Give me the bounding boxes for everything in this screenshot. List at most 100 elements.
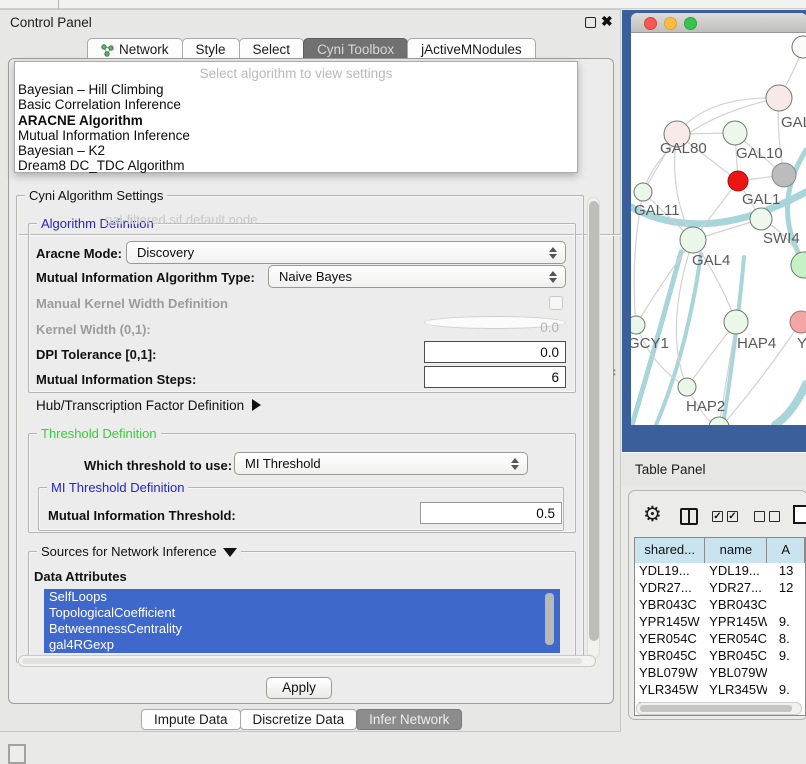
algorithm-option-dream8-dc-tdc-algorithm[interactable]: Dream8 DC_TDC Algorithm	[15, 158, 577, 173]
checked-box-icon[interactable]: ✓	[727, 511, 738, 522]
kernel-width-field[interactable]: 0.0	[424, 316, 566, 329]
algorithm-option-mutual-information-inference[interactable]: Mutual Information Inference	[15, 128, 577, 143]
gear-icon[interactable]: ⚙	[643, 504, 662, 525]
table-cell[interactable]: YDL19...	[635, 563, 705, 580]
mi-threshold-field[interactable]: 0.5	[420, 502, 562, 524]
table-cell[interactable]: YBR045C	[705, 648, 767, 665]
attribute-option-selfloops[interactable]: SelfLoops	[44, 589, 560, 605]
table-hscrollbar[interactable]	[636, 702, 802, 715]
column-header-shared[interactable]: shared...	[635, 538, 705, 563]
table-cell[interactable]: YBR045C	[635, 648, 705, 665]
network-node[interactable]	[791, 252, 806, 278]
manual-kernel-width-checkbox[interactable]	[549, 296, 563, 310]
network-window-titlebar[interactable]	[631, 13, 806, 33]
table-cell[interactable]: YPR145W	[705, 614, 767, 631]
algorithm-option-basic-correlation-inference[interactable]: Basic Correlation Inference	[15, 97, 577, 112]
network-node-gal[interactable]	[766, 85, 792, 111]
mi-steps-label: Mutual Information Steps:	[36, 372, 196, 387]
table-cell[interactable]: 9.	[767, 648, 805, 665]
network-node-swi4[interactable]	[750, 208, 772, 230]
new-table-icon[interactable]	[793, 505, 806, 524]
table-cell[interactable]: YBR043C	[705, 597, 767, 614]
attribute-option-topologicalcoefficient[interactable]: TopologicalCoefficient	[44, 605, 560, 621]
network-node-y[interactable]	[790, 311, 806, 333]
attribute-option-gal4rgexp[interactable]: gal4RGexp	[44, 637, 560, 653]
dpi-tolerance-field[interactable]: 0.0	[424, 341, 566, 363]
table-cell[interactable]	[767, 597, 805, 614]
node-label-gal1: GAL1	[742, 191, 780, 208]
network-node-gal1[interactable]	[728, 171, 748, 191]
close-icon[interactable]: ✖	[601, 13, 613, 30]
table-cell[interactable]: YDR27...	[705, 580, 767, 597]
expand-arrow-icon[interactable]	[252, 399, 261, 411]
zoom-light[interactable]	[684, 17, 697, 30]
settings-scrollbar-thumb[interactable]	[589, 201, 599, 641]
close-light[interactable]	[644, 17, 657, 30]
algorithm-option-bayesian-hill-climbing[interactable]: Bayesian – Hill Climbing	[15, 82, 577, 97]
network-edge[interactable]	[775, 384, 806, 425]
algorithm-option-aracne-algorithm[interactable]: ARACNE Algorithm	[15, 113, 577, 128]
which-threshold-label: Which threshold to use:	[84, 458, 232, 473]
table-cell[interactable]: YDL19...	[705, 563, 767, 580]
table-row[interactable]: YBR045CYBR045C9.	[635, 648, 805, 665]
table-cell[interactable]: YPR145W	[635, 614, 705, 631]
table-row[interactable]: YER054CYER054C8.	[635, 631, 805, 648]
table-cell[interactable]: YER054C	[705, 631, 767, 648]
aracne-mode-combo[interactable]: Discovery	[126, 241, 566, 264]
minimize-light[interactable]	[664, 17, 677, 30]
hub-factor-section[interactable]: Hub/Transcription Factor Definition	[36, 398, 261, 413]
apply-button[interactable]: Apply	[266, 677, 332, 699]
table-row[interactable]: YDL19...YDL19...13	[635, 563, 805, 580]
network-node-hap2[interactable]	[678, 378, 696, 396]
network-node[interactable]	[772, 163, 796, 187]
table-row[interactable]: YPR145WYPR145W9.	[635, 614, 805, 631]
table-cell[interactable]: 13	[767, 563, 805, 580]
collapsed-panel-icon[interactable]	[8, 744, 26, 764]
table-cell[interactable]: 9.	[767, 682, 805, 699]
mi-steps-field[interactable]: 6	[424, 366, 566, 388]
table-cell[interactable]: 9.	[767, 614, 805, 631]
splitter-grip[interactable]: ••	[613, 369, 619, 377]
collapse-arrow-icon[interactable]	[223, 548, 237, 557]
tab-discretize-data[interactable]: Discretize Data	[240, 709, 358, 730]
table-cell[interactable]: YLR345W	[635, 682, 705, 699]
algorithm-option-bayesian-k2[interactable]: Bayesian – K2	[15, 143, 577, 158]
table-row[interactable]: YBL079WYBL079W	[635, 665, 805, 682]
table-cell[interactable]: YDR27...	[635, 580, 705, 597]
tab-impute-data[interactable]: Impute Data	[141, 709, 241, 730]
algorithm-option-list: Bayesian – Hill ClimbingBasic Correlatio…	[15, 82, 577, 174]
network-node-gal4[interactable]	[680, 227, 706, 253]
attribute-option-betweennesscentrality[interactable]: BetweennessCentrality	[44, 621, 560, 637]
network-canvas[interactable]: GALGAL80GAL10GAL1GAL11SWI4GAL4GCY1HAP4YH…	[631, 33, 806, 425]
network-node-gal11[interactable]	[634, 183, 652, 201]
table-row[interactable]: YBR043CYBR043C	[635, 597, 805, 614]
network-node-gcy1[interactable]	[631, 316, 645, 334]
table-row[interactable]: YLR345WYLR345W9.	[635, 682, 805, 699]
unchecked-box-icon[interactable]	[769, 511, 780, 522]
which-threshold-combo[interactable]: MI Threshold	[234, 452, 528, 475]
unchecked-box-icon[interactable]	[754, 511, 765, 522]
columns-icon[interactable]	[680, 508, 698, 525]
network-node-hap4[interactable]	[724, 310, 748, 334]
attributes-scrollbar-thumb[interactable]	[545, 593, 554, 645]
checked-box-icon[interactable]: ✓	[712, 511, 723, 522]
float-window-icon[interactable]	[585, 17, 596, 28]
table-cell[interactable]: YBR043C	[635, 597, 705, 614]
column-header-name[interactable]: name	[705, 538, 767, 563]
table-cell[interactable]: YBL079W	[705, 665, 767, 682]
tab-infer-network[interactable]: Infer Network	[356, 709, 462, 730]
table-hscrollbar-thumb[interactable]	[640, 705, 792, 712]
table-cell[interactable]	[767, 665, 805, 682]
column-header-a[interactable]: A	[767, 538, 805, 563]
table-cell[interactable]: 12	[767, 580, 805, 597]
table-cell[interactable]: YBL079W	[635, 665, 705, 682]
settings-hscrollbar-thumb[interactable]	[22, 658, 582, 664]
table-row[interactable]: YDR27...YDR27...12	[635, 580, 805, 597]
table-cell[interactable]: 8.	[767, 631, 805, 648]
network-node[interactable]	[792, 36, 806, 58]
settings-hscrollbar[interactable]	[18, 655, 596, 667]
table-cell[interactable]: YER054C	[635, 631, 705, 648]
table-cell[interactable]: YLR345W	[705, 682, 767, 699]
network-node-gal10[interactable]	[723, 121, 747, 145]
mi-algorithm-type-combo[interactable]: Naive Bayes	[268, 265, 566, 288]
